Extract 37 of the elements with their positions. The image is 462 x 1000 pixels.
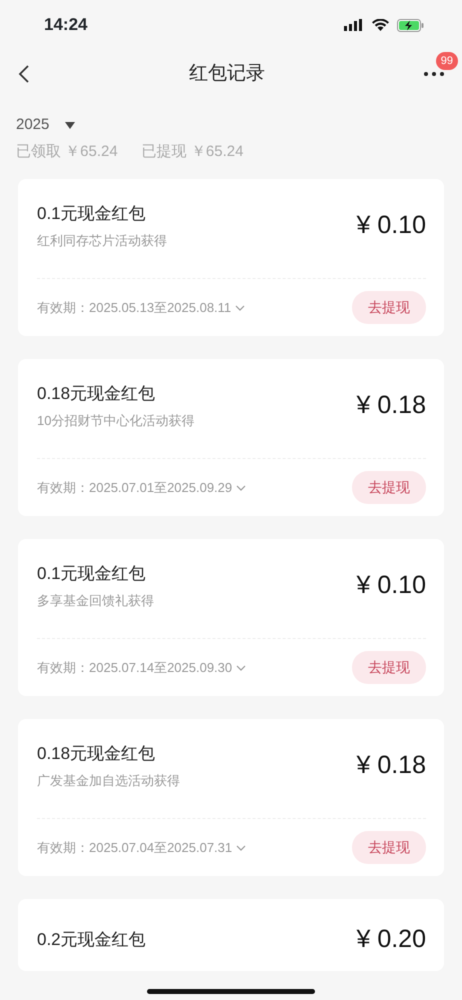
packet-title: 0.18元现金红包 bbox=[37, 743, 156, 765]
packet-source: 多享基金回馈礼获得 bbox=[37, 592, 154, 610]
page-title: 红包记录 bbox=[189, 62, 265, 86]
packet-amount: ¥ 0.18 bbox=[356, 750, 426, 781]
packet-source: 广发基金加自选活动获得 bbox=[37, 772, 180, 790]
validity-period: 有效期：2025.07.04至2025.07.31 bbox=[37, 838, 232, 857]
withdraw-button[interactable]: 去提现 bbox=[352, 471, 426, 504]
withdraw-button[interactable]: 去提现 bbox=[352, 651, 426, 684]
summary-text: 已提现 ￥65.24 bbox=[142, 142, 244, 162]
chevron-down-icon[interactable] bbox=[236, 484, 246, 490]
packet-source: 红利同存芯片活动获得 bbox=[37, 232, 167, 250]
packet-title: 0.18元现金红包 bbox=[37, 383, 156, 405]
back-icon bbox=[18, 64, 30, 84]
validity-period: 有效期：2025.07.01至2025.09.29 bbox=[37, 478, 232, 497]
packet-title: 0.1元现金红包 bbox=[37, 563, 147, 585]
withdraw-button[interactable]: 去提现 bbox=[352, 291, 426, 324]
year-dropdown[interactable]: 2025 bbox=[16, 114, 446, 136]
notification-badge: 99 bbox=[436, 52, 458, 70]
more-icon bbox=[424, 72, 444, 76]
caret-icon bbox=[65, 122, 76, 129]
chevron-down-icon[interactable] bbox=[235, 304, 246, 310]
packet-amount: ¥ 0.10 bbox=[356, 570, 426, 601]
packet-title: 0.2元现金红包 bbox=[37, 929, 146, 951]
chevron-down-icon[interactable] bbox=[236, 844, 246, 850]
packet-source: 10分招财节中心化活动获得 bbox=[37, 412, 194, 430]
summary-text: 已领取 ￥65.24 bbox=[16, 142, 118, 162]
status-time: 14:24 bbox=[44, 14, 88, 36]
packet-title: 0.1元现金红包 bbox=[37, 203, 147, 225]
withdraw-button[interactable]: 去提现 bbox=[352, 831, 426, 864]
validity-period: 有效期：2025.05.13至2025.08.11 bbox=[37, 298, 232, 317]
packet-amount: ¥ 0.18 bbox=[356, 390, 426, 421]
signal-icon bbox=[344, 19, 364, 31]
chevron-down-icon[interactable] bbox=[236, 664, 246, 670]
validity-period: 有效期：2025.07.14至2025.09.30 bbox=[37, 658, 232, 677]
wifi-icon bbox=[372, 19, 389, 31]
packet-amount: ¥ 0.20 bbox=[356, 924, 426, 955]
packet-amount: ¥ 0.10 bbox=[356, 210, 426, 241]
